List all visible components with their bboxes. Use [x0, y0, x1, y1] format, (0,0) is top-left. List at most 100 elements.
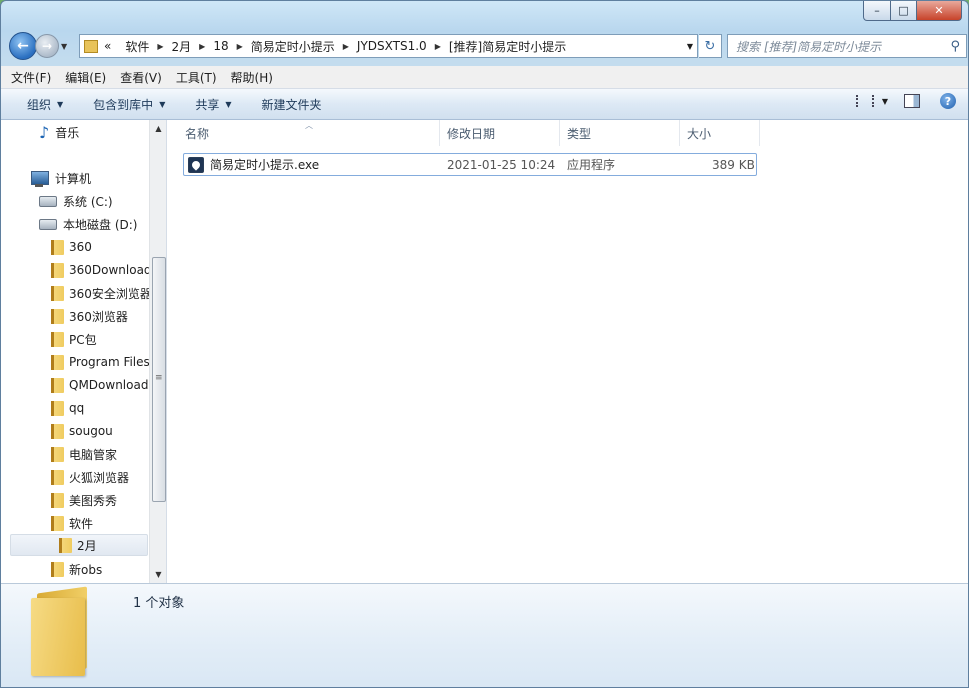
item-count: 1 个对象 [133, 596, 185, 611]
search-icon[interactable]: ⚲ [950, 39, 960, 54]
tree-item-computer[interactable]: 计算机 [31, 167, 91, 189]
drive-icon [39, 195, 57, 207]
column-header-size[interactable]: 大小 [681, 120, 760, 146]
tree-item-label: PC包 [69, 332, 97, 347]
tree-item-label: Program Files [69, 355, 150, 369]
search-box[interactable]: 搜索 [推荐]简易定时小提示 ⚲ [727, 34, 967, 58]
tree-item-folder[interactable]: 软件 [51, 512, 93, 534]
file-row[interactable]: 简易定时小提示.exe 2021-01-25 10:24 应用程序 389 KB [183, 153, 757, 176]
share-label: 共享 [195, 97, 220, 112]
music-icon: ♪ [39, 122, 50, 142]
menu-edit[interactable]: 编辑(E) [65, 69, 106, 86]
include-in-library-button[interactable]: 包含到库中 ▼ [93, 96, 165, 113]
window-controls: – □ ✕ [863, 1, 962, 21]
preview-pane-icon[interactable] [904, 94, 920, 108]
column-header-label: 修改日期 [447, 126, 496, 141]
tree-item-folder[interactable]: sougou [51, 420, 113, 442]
column-header-type[interactable]: 类型 [561, 120, 680, 146]
column-header-modified[interactable]: 修改日期 [441, 120, 560, 146]
close-button[interactable]: ✕ [917, 1, 962, 21]
tree-item-folder[interactable]: 美图秀秀 [51, 489, 117, 511]
tree-item-folder[interactable]: 火狐浏览器 [51, 466, 129, 488]
folder-icon [51, 308, 64, 324]
minimize-button[interactable]: – [863, 1, 891, 21]
address-bar[interactable]: « 软件 ▶ 2月 ▶ 18 ▶ 简易定时小提示 ▶ JYDSXTS1.0 ▶ … [79, 34, 698, 58]
chevron-right-icon[interactable]: ▶ [199, 42, 205, 51]
view-options-icon[interactable] [855, 95, 874, 107]
tree-item-folder[interactable]: 360安全浏览器 [51, 282, 152, 304]
chevron-down-icon[interactable]: ▼ [882, 97, 888, 106]
scroll-down-icon[interactable]: ▼ [150, 566, 166, 583]
column-header-label: 名称 [185, 126, 210, 141]
command-bar: 组织 ▼ 包含到库中 ▼ 共享 ▼ 新建文件夹 ▼ ? [1, 89, 968, 120]
tree-item-label: 火狐浏览器 [69, 470, 130, 485]
folder-icon [51, 446, 64, 462]
menu-tools[interactable]: 工具(T) [176, 69, 217, 86]
recent-pages-dropdown-icon[interactable]: ▼ [61, 42, 67, 51]
tree-item-folder[interactable]: 360Download [51, 259, 152, 281]
navigation-pane-scrollbar[interactable]: ▲ ≡ ▼ [149, 120, 166, 583]
file-list: ︿ 名称 修改日期 类型 大小 简易定时小提示.exe 2021-01-25 1… [167, 120, 968, 583]
chevron-right-icon[interactable]: ▶ [157, 42, 163, 51]
menu-file[interactable]: 文件(F) [11, 69, 51, 86]
maximize-button[interactable]: □ [891, 1, 917, 21]
include-in-library-label: 包含到库中 [93, 97, 154, 112]
tree-item-drive-c[interactable]: 系统 (C:) [39, 190, 113, 212]
breadcrumb-item[interactable]: 软件 [125, 38, 149, 55]
chevron-down-icon: ▼ [225, 99, 232, 109]
large-folder-icon [31, 586, 93, 676]
forward-button[interactable]: → [35, 34, 59, 58]
search-input[interactable]: 搜索 [推荐]简易定时小提示 [736, 38, 950, 55]
navigation-pane: ♪ 音乐 计算机 系统 (C:) 本地磁盘 (D:) 360 360Downlo… [1, 120, 167, 583]
address-dropdown-icon[interactable]: ▼ [683, 42, 697, 51]
view-controls: ▼ ? [855, 93, 956, 109]
breadcrumb-item-current[interactable]: [推荐]简易定时小提示 [449, 38, 566, 55]
organize-button[interactable]: 组织 ▼ [27, 96, 63, 113]
tree-item-label: 音乐 [55, 125, 80, 140]
folder-icon [51, 354, 64, 370]
folder-icon [51, 400, 64, 416]
tree-item-label: 新obs [69, 562, 103, 577]
tree-item-label: QMDownload [69, 378, 149, 392]
tree-item-folder[interactable]: PC包 [51, 328, 97, 350]
scroll-up-icon[interactable]: ▲ [150, 120, 166, 137]
breadcrumb-overflow[interactable]: « [104, 39, 111, 53]
tree-item-label: 计算机 [55, 171, 92, 186]
tree-item-folder[interactable]: 360 [51, 236, 92, 258]
folder-icon [51, 423, 64, 439]
column-header-name[interactable]: 名称 [179, 120, 440, 146]
folder-icon [59, 537, 72, 553]
grip-icon: ≡ [155, 373, 163, 383]
share-button[interactable]: 共享 ▼ [195, 96, 231, 113]
tree-item-folder[interactable]: 电脑管家 [51, 443, 117, 465]
tree-item-folder[interactable]: 360浏览器 [51, 305, 128, 327]
scrollbar-thumb[interactable]: ≡ [152, 257, 166, 502]
tree-item-folder[interactable]: QMDownload [51, 374, 148, 396]
breadcrumb: « 软件 ▶ 2月 ▶ 18 ▶ 简易定时小提示 ▶ JYDSXTS1.0 ▶ … [104, 38, 566, 55]
file-type: 应用程序 [567, 158, 616, 172]
refresh-button[interactable]: ↻ [699, 34, 722, 58]
tree-item-label: 2月 [77, 538, 97, 553]
tree-item-folder[interactable]: qq [51, 397, 84, 419]
tree-item-folder[interactable]: 新obs [51, 558, 102, 580]
tree-item-label: 本地磁盘 (D:) [63, 217, 138, 232]
breadcrumb-item[interactable]: 2月 [172, 38, 192, 55]
tree-item-folder[interactable]: Program Files [51, 351, 150, 373]
computer-icon [31, 171, 49, 187]
new-folder-button[interactable]: 新建文件夹 [262, 96, 322, 113]
menu-help[interactable]: 帮助(H) [231, 69, 273, 86]
folder-icon [51, 239, 64, 255]
chevron-right-icon[interactable]: ▶ [237, 42, 243, 51]
tree-item-drive-d[interactable]: 本地磁盘 (D:) [39, 213, 137, 235]
breadcrumb-item[interactable]: 18 [213, 39, 228, 53]
chevron-right-icon[interactable]: ▶ [343, 42, 349, 51]
tree-item-selected-folder[interactable]: 2月 [10, 534, 148, 556]
menu-view[interactable]: 查看(V) [120, 69, 162, 86]
breadcrumb-item[interactable]: JYDSXTS1.0 [357, 39, 427, 53]
breadcrumb-item[interactable]: 简易定时小提示 [251, 38, 335, 55]
back-button[interactable]: ← [9, 32, 37, 60]
help-icon[interactable]: ? [940, 93, 956, 109]
chevron-right-icon[interactable]: ▶ [435, 42, 441, 51]
tree-item-music[interactable]: ♪ 音乐 [39, 121, 79, 143]
folder-icon [51, 492, 64, 508]
